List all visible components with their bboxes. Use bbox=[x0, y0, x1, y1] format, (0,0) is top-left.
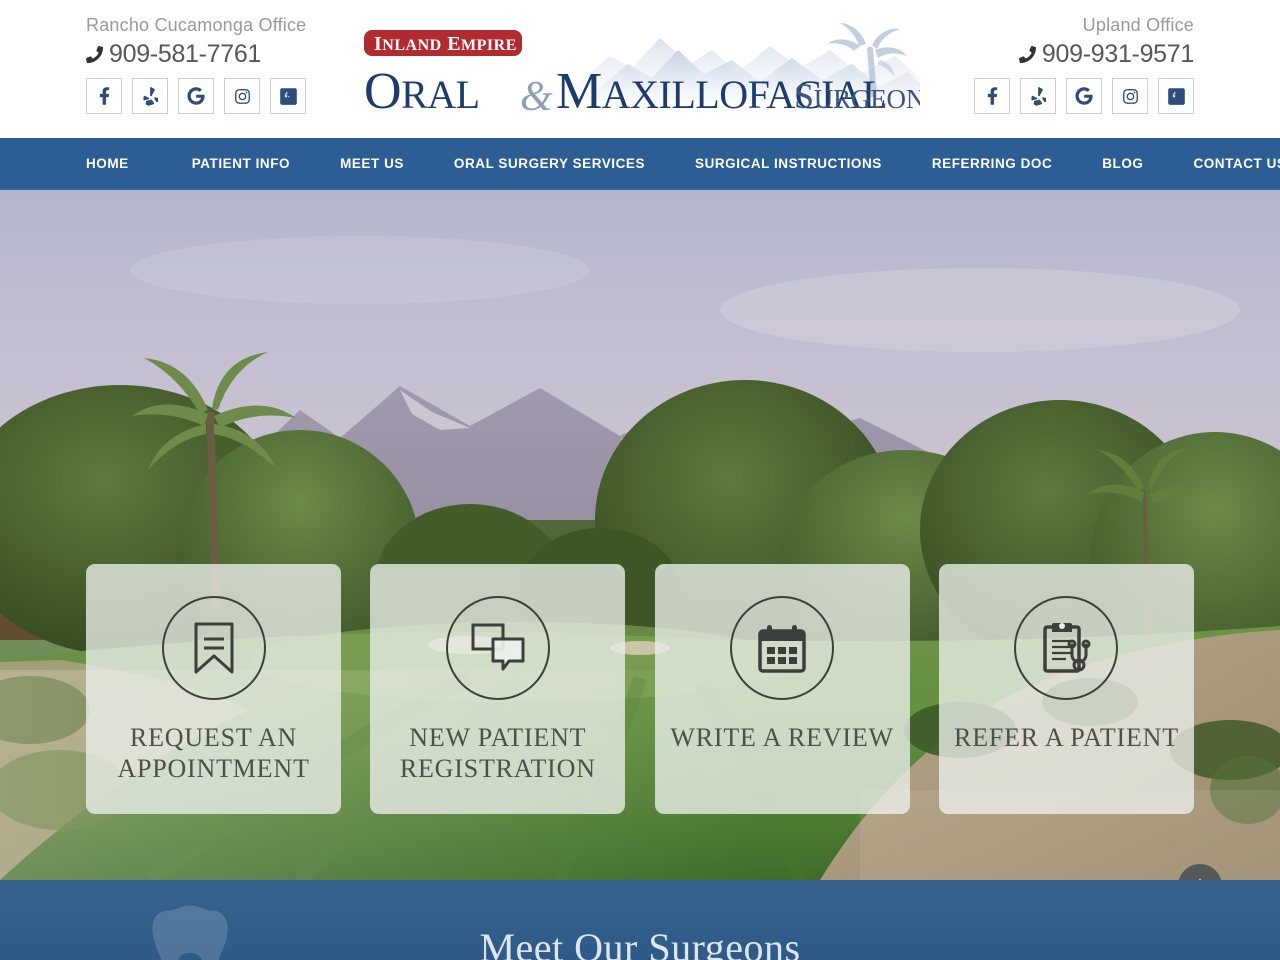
svg-text:&: & bbox=[520, 74, 553, 120]
office-phone-link[interactable]: 909-581-7761 bbox=[86, 38, 306, 70]
meet-our-surgeons-section: Meet Our Surgeons bbox=[0, 880, 1280, 960]
cta-card-new-patient-registration[interactable]: NEW PATIENT REGISTRATION bbox=[370, 564, 626, 814]
phone-icon bbox=[1018, 45, 1036, 63]
nav-item-blog[interactable]: BLOG bbox=[1077, 138, 1168, 190]
bookmark-icon bbox=[161, 596, 266, 700]
nav-item-meet-us[interactable]: MEET US bbox=[315, 138, 429, 190]
cta-card-label: NEW PATIENT REGISTRATION bbox=[399, 723, 596, 783]
social-links-upland bbox=[974, 78, 1194, 114]
cta-card-label: WRITE A REVIEW bbox=[670, 723, 894, 752]
site-logo[interactable]: INLAND EMPIRE ORAL & MAXILLOFACIAL SURGE… bbox=[360, 16, 920, 128]
nav-item-contact-us[interactable]: CONTACT US bbox=[1168, 138, 1280, 190]
yelp-icon[interactable] bbox=[1020, 78, 1056, 114]
calendar-icon bbox=[730, 596, 835, 700]
nav-item-patient-info[interactable]: PATIENT INFO bbox=[167, 138, 315, 190]
main-navigation: HOME PATIENT INFO MEET US ORAL SURGERY S… bbox=[0, 138, 1280, 190]
nav-item-oral-surgery-services[interactable]: ORAL SURGERY SERVICES bbox=[429, 138, 670, 190]
cta-card-row: REQUEST AN APPOINTMENT NEW PATIENT REGIS… bbox=[86, 564, 1194, 814]
office-name-label: Rancho Cucamonga Office bbox=[86, 15, 307, 35]
office-info-upland: Upland Office 909-931-9571 bbox=[1018, 12, 1194, 70]
instagram-icon[interactable] bbox=[1112, 78, 1148, 114]
social-links-rancho-cucamonga bbox=[86, 78, 306, 114]
google-icon[interactable] bbox=[178, 78, 214, 114]
office-phone-number: 909-931-9571 bbox=[1041, 40, 1194, 68]
yelp-icon[interactable] bbox=[132, 78, 168, 114]
google-icon[interactable] bbox=[1066, 78, 1102, 114]
youtube-icon[interactable] bbox=[1158, 78, 1194, 114]
site-header: Rancho Cucamonga Office 909-581-7761 INL… bbox=[0, 0, 1280, 138]
office-name-label: Upland Office bbox=[1082, 15, 1194, 35]
section-title: Meet Our Surgeons bbox=[479, 925, 801, 960]
office-info-rancho-cucamonga: Rancho Cucamonga Office 909-581-7761 bbox=[86, 12, 306, 70]
svg-text:ORAL: ORAL bbox=[364, 63, 480, 120]
instagram-icon[interactable] bbox=[224, 78, 260, 114]
nav-item-home[interactable]: HOME bbox=[86, 138, 167, 190]
youtube-icon[interactable] bbox=[270, 78, 306, 114]
nav-item-referring-doc[interactable]: REFERRING DOC bbox=[907, 138, 1077, 190]
arrow-up-icon bbox=[1198, 878, 1202, 880]
cta-card-write-a-review[interactable]: WRITE A REVIEW bbox=[654, 564, 910, 814]
office-phone-number: 909-581-7761 bbox=[109, 40, 262, 68]
cta-card-refer-a-patient[interactable]: REFER A PATIENT bbox=[938, 564, 1194, 814]
cta-card-label: REQUEST AN APPOINTMENT bbox=[117, 723, 310, 783]
cta-card-request-appointment[interactable]: REQUEST AN APPOINTMENT bbox=[86, 564, 341, 814]
hero-banner: REQUEST AN APPOINTMENT NEW PATIENT REGIS… bbox=[0, 190, 1280, 880]
office-phone-link[interactable]: 909-931-9571 bbox=[1018, 38, 1194, 70]
clipboard-stethoscope-icon bbox=[1014, 596, 1119, 700]
svg-text:INLAND EMPIRE: INLAND EMPIRE bbox=[374, 33, 517, 55]
cta-card-label: REFER A PATIENT bbox=[954, 723, 1179, 752]
facebook-icon[interactable] bbox=[974, 78, 1010, 114]
facebook-icon[interactable] bbox=[86, 78, 122, 114]
phone-icon bbox=[86, 45, 103, 63]
chat-bubbles-icon bbox=[445, 596, 550, 700]
nav-item-surgical-instructions[interactable]: SURGICAL INSTRUCTIONS bbox=[670, 138, 907, 190]
